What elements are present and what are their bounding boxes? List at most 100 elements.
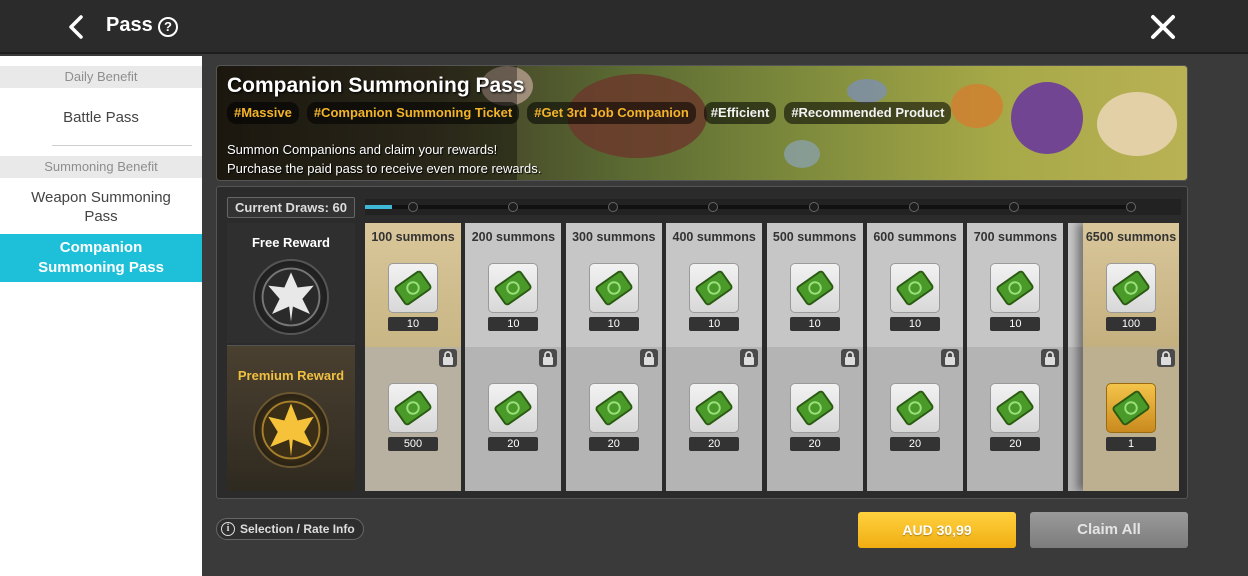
tier-label: 300 summons [572,230,656,244]
reward-tier-column[interactable]: 700 summons 10 20 [967,223,1064,491]
tag-list: #Massive #Companion Summoning Ticket #Ge… [227,102,952,124]
sidebar-item-weapon-summoning-pass[interactable]: Weapon Summoning Pass [0,178,202,234]
sidebar-item-label: Battle Pass [63,109,139,126]
progress-track [365,199,1181,215]
summoning-ticket-icon[interactable] [990,383,1041,433]
back-arrow-icon[interactable] [62,12,92,42]
summoning-ticket-icon[interactable] [890,383,940,433]
reward-panel: Current Draws: 60 Free Reward Premium Re… [216,186,1188,499]
rate-info-button[interactable]: i Selection / Rate Info [216,518,364,540]
milestone-dot [408,202,418,212]
tier-label: 6500 summons [1085,230,1177,244]
reward-quantity: 20 [890,437,940,451]
reward-quantity: 10 [789,317,840,331]
reward-tier-column[interactable]: 6500 summons 100 1 [1083,223,1179,491]
tag: #Massive [227,102,299,124]
reward-quantity: 20 [789,437,840,451]
reward-quantity: 10 [990,317,1041,331]
reward-quantity: 10 [388,317,438,331]
reward-quantity: 1 [1106,437,1156,451]
lock-icon [639,349,658,367]
milestone-dot [909,202,919,212]
description-line: Summon Companions and claim your rewards… [227,142,498,157]
sidebar-item-label: Weapon Summoning Pass [31,189,171,225]
reward-tier-column[interactable]: 300 summons 10 20 [565,223,662,491]
summoning-ticket-icon[interactable] [588,383,639,433]
reward-quantity: 20 [588,437,639,451]
milestone-dot [508,202,518,212]
rate-info-label: Selection / Rate Info [240,522,355,536]
free-maple-emblem-icon [253,259,329,335]
lock-icon [539,349,558,367]
banner-description: Summon Companions and claim your rewards… [227,140,541,178]
reward-quantity: 10 [689,317,740,331]
banner-title: Companion Summoning Pass [227,74,525,97]
sidebar-item-battle-pass[interactable]: Battle Pass [0,88,202,156]
pass-screen: Pass ? Daily Benefit Battle Pass Summoni… [0,0,1248,576]
reward-tier-column[interactable]: 600 summons 10 20 [867,223,963,491]
current-draws-badge: Current Draws: 60 [227,197,355,218]
summoning-ticket-icon[interactable] [1106,263,1156,313]
main-panel: Companion Summoning Pass #Massive #Compa… [202,56,1248,576]
tier-label: 200 summons [471,230,556,244]
tag: #Companion Summoning Ticket [306,102,520,124]
reward-tier-column[interactable]: 500 summons 10 20 [766,223,863,491]
page-title: Pass [106,14,153,36]
lock-icon [439,349,457,367]
free-reward-title: Free Reward [251,235,331,250]
close-icon[interactable] [1148,12,1178,42]
reward-quantity: 20 [990,437,1041,451]
reward-quantity: 20 [689,437,740,451]
free-reward-label-box: Free Reward [227,223,355,343]
summoning-ticket-icon[interactable] [488,383,539,433]
reward-tier-column[interactable]: 400 summons 10 20 [666,223,763,491]
reward-quantity: 10 [890,317,940,331]
tag: #Efficient [703,102,777,124]
tier-label: 500 summons [772,230,857,244]
summoning-ticket-icon[interactable] [789,263,840,313]
summoning-ticket-icon[interactable] [1106,383,1156,433]
lock-icon [1157,349,1175,367]
sidebar-item-companion-summoning-pass[interactable]: Companion Summoning Pass [0,234,202,282]
milestone-dot [1126,202,1136,212]
summoning-ticket-icon[interactable] [890,263,940,313]
summoning-ticket-icon[interactable] [789,383,840,433]
summoning-ticket-icon[interactable] [388,263,438,313]
divider [52,145,192,146]
premium-reward-title: Premium Reward [237,368,345,383]
pass-banner: Companion Summoning Pass #Massive #Compa… [216,65,1188,181]
lock-icon [941,349,959,367]
reward-quantity: 500 [388,437,438,451]
track-line [365,205,1135,209]
summoning-ticket-icon[interactable] [488,263,539,313]
reward-tier-column[interactable]: 100 summons 10 500 [365,223,461,491]
summoning-ticket-icon[interactable] [588,263,639,313]
tier-label: 400 summons [672,230,756,244]
reward-quantity: 20 [488,437,539,451]
reward-tier-column[interactable]: 200 summons 10 20 [465,223,562,491]
summoning-ticket-icon[interactable] [990,263,1041,313]
lock-icon [1041,349,1060,367]
section-summoning-benefit: Summoning Benefit [0,156,202,178]
sidebar: Daily Benefit Battle Pass Summoning Bene… [0,56,202,576]
sidebar-item-label: Companion Summoning Pass [38,239,164,276]
progress-fill [365,205,392,209]
reward-quantity: 100 [1106,317,1156,331]
milestone-dot [1009,202,1019,212]
summoning-ticket-icon[interactable] [689,383,740,433]
tier-label: 700 summons [973,230,1058,244]
milestone-dot [708,202,718,212]
milestone-dot [608,202,618,212]
tag: #Get 3rd Job Companion [527,102,696,124]
help-icon[interactable]: ? [158,17,178,37]
bottom-bar: i Selection / Rate Info AUD 30,99 Claim … [216,512,1188,552]
reward-quantity: 10 [488,317,539,331]
claim-all-button[interactable]: Claim All [1030,512,1188,548]
section-daily-benefit: Daily Benefit [0,66,202,88]
purchase-button[interactable]: AUD 30,99 [858,512,1016,548]
summoning-ticket-icon[interactable] [689,263,740,313]
reward-columns: 100 summons 10 500 200 summons 10 20 300 summo… [365,223,1181,491]
top-bar: Pass ? [0,0,1248,54]
summoning-ticket-icon[interactable] [388,383,438,433]
tag: #Recommended Product [784,102,952,124]
